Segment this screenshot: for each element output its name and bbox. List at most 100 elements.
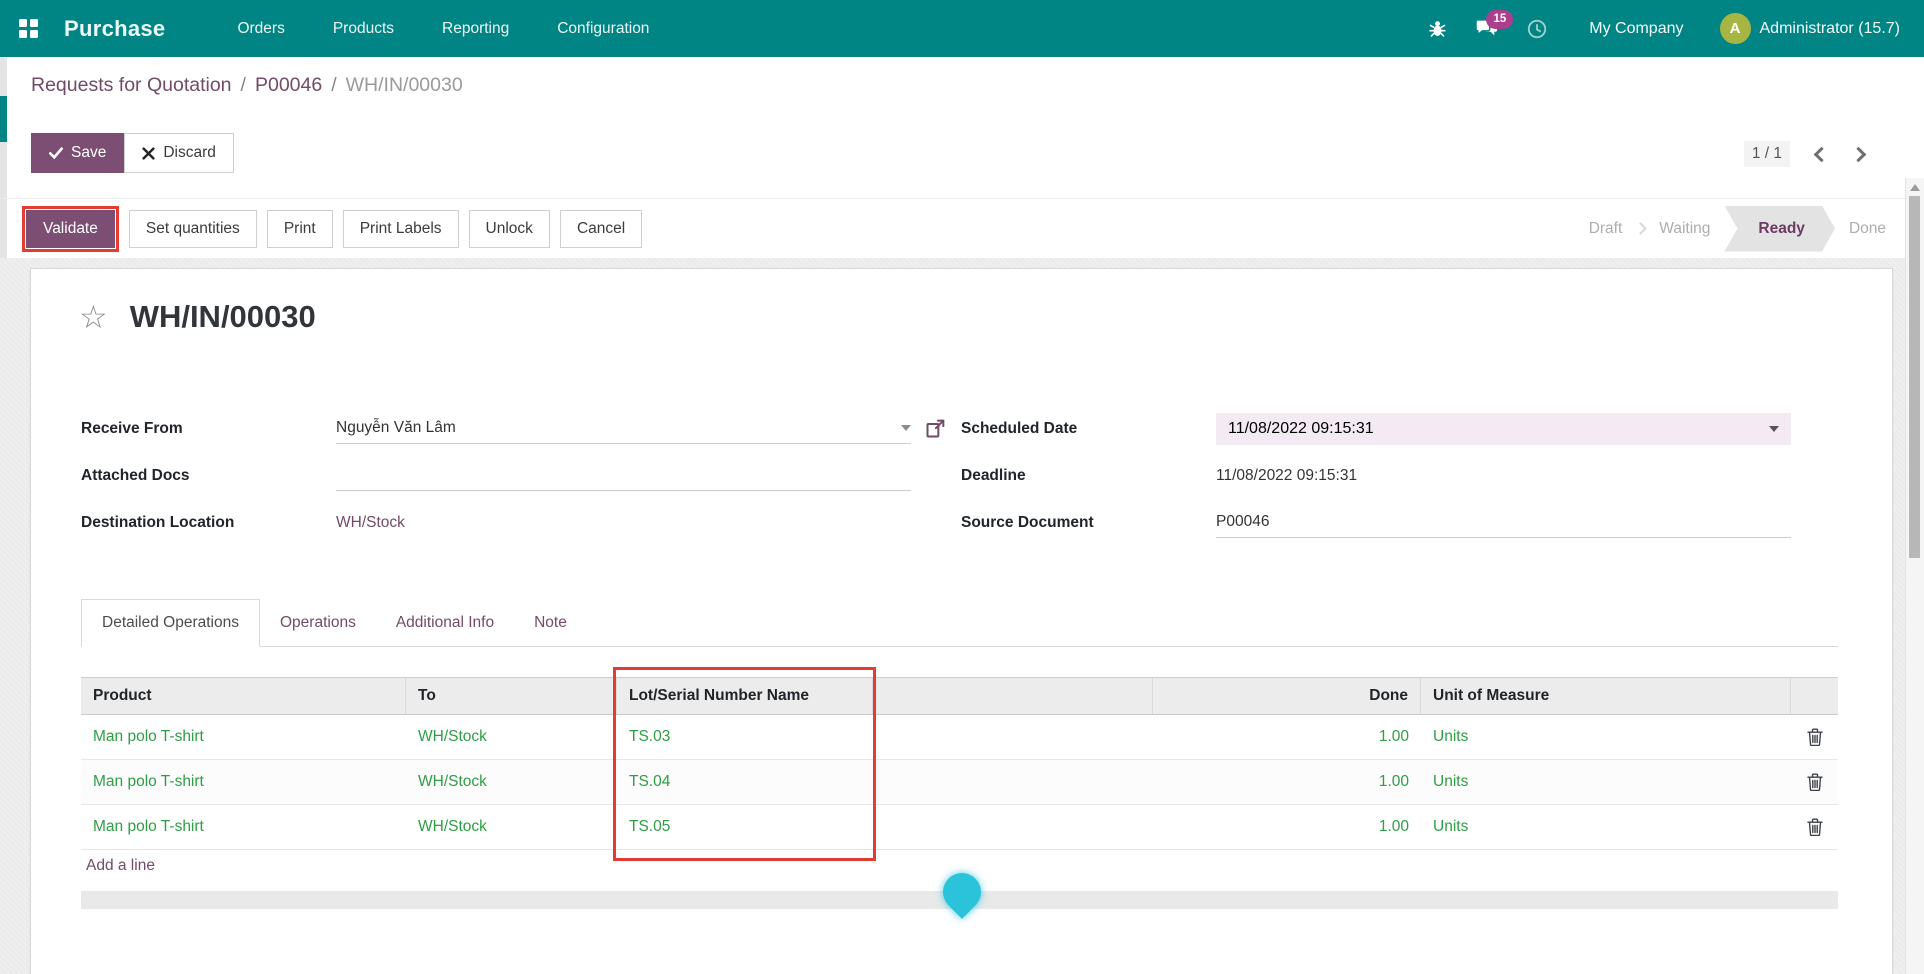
discard-button[interactable]: Discard (124, 133, 234, 173)
cell-to[interactable]: WH/Stock (406, 715, 617, 759)
menu-reporting[interactable]: Reporting (422, 10, 529, 48)
messages-chat-icon[interactable]: 15 (1467, 9, 1507, 49)
cell-lot-serial[interactable]: TS.04 (617, 760, 873, 804)
external-link-icon[interactable] (925, 419, 945, 439)
cell-done[interactable]: 1.00 (1153, 715, 1421, 759)
statusbar-row: Validate Set quantities Print Print Labe… (0, 198, 1924, 258)
app-brand-title[interactable]: Purchase (64, 16, 165, 42)
table-row: Man polo T-shirt WH/Stock TS.05 1.00 Uni… (81, 805, 1838, 850)
state-waiting[interactable]: Waiting (1659, 220, 1710, 238)
header-lot-serial[interactable]: Lot/Serial Number Name (617, 678, 873, 714)
print-button[interactable]: Print (267, 210, 333, 248)
cell-product[interactable]: Man polo T-shirt (81, 715, 406, 759)
vertical-scrollbar-thumb[interactable] (1909, 196, 1920, 558)
breadcrumb-current: WH/IN/00030 (346, 74, 463, 97)
apps-grid-icon[interactable] (0, 0, 56, 57)
breadcrumb: Requests for Quotation / P00046 / WH/IN/… (31, 74, 463, 97)
tab-note[interactable]: Note (514, 600, 587, 646)
source-document-label: Source Document (961, 514, 1216, 532)
breadcrumb-separator: / (241, 74, 246, 97)
cell-lot-serial[interactable]: TS.05 (617, 805, 873, 849)
tab-additional-info[interactable]: Additional Info (376, 600, 514, 646)
destination-location-value-wrap: WH/Stock (336, 508, 911, 538)
header-product[interactable]: Product (81, 678, 406, 714)
form-sheet: ☆ WH/IN/00030 Receive From Nguyễn Văn Lâ… (30, 268, 1893, 974)
scheduled-date-input[interactable]: 11/08/2022 09:15:31 (1216, 413, 1791, 445)
add-a-line-link[interactable]: Add a line (86, 857, 155, 875)
field-receive-from: Receive From Nguyễn Văn Lâm (81, 405, 961, 452)
breadcrumb-link-requests[interactable]: Requests for Quotation (31, 74, 232, 97)
breadcrumb-separator: / (331, 74, 336, 97)
cell-unit-of-measure[interactable]: Units (1421, 715, 1791, 759)
pager-previous-icon[interactable] (1814, 146, 1830, 162)
breadcrumb-link-order[interactable]: P00046 (255, 74, 322, 97)
state-done[interactable]: Done (1849, 220, 1886, 238)
datepicker-caret-icon[interactable] (1769, 426, 1779, 432)
activities-clock-icon[interactable] (1517, 9, 1557, 49)
user-menu[interactable]: A Administrator (15.7) (1720, 13, 1907, 44)
cell-to[interactable]: WH/Stock (406, 760, 617, 804)
debug-bug-icon[interactable] (1417, 9, 1457, 49)
header-done[interactable]: Done (1153, 678, 1421, 714)
receive-from-label: Receive From (81, 420, 336, 438)
menu-configuration[interactable]: Configuration (537, 10, 669, 48)
dropdown-caret-icon[interactable] (901, 425, 911, 431)
validate-button[interactable]: Validate (26, 210, 115, 248)
attached-docs-input[interactable] (336, 461, 911, 491)
print-labels-button[interactable]: Print Labels (343, 210, 459, 248)
check-icon (49, 146, 63, 160)
tab-detailed-operations[interactable]: Detailed Operations (81, 599, 260, 647)
scroll-up-arrow-icon[interactable] (1910, 184, 1920, 191)
header-unit-of-measure[interactable]: Unit of Measure (1421, 678, 1791, 714)
detailed-operations-table: Product To Lot/Serial Number Name Done U… (81, 677, 1838, 850)
header-to[interactable]: To (406, 678, 617, 714)
delete-row-trash-icon[interactable] (1807, 773, 1823, 791)
state-ready-active[interactable]: Ready (1724, 206, 1835, 252)
table-header-row: Product To Lot/Serial Number Name Done U… (81, 677, 1838, 715)
company-switcher[interactable]: My Company (1567, 20, 1709, 38)
cell-to[interactable]: WH/Stock (406, 805, 617, 849)
delete-row-trash-icon[interactable] (1807, 818, 1823, 836)
notebook-tabs: Detailed Operations Operations Additiona… (81, 597, 1838, 647)
scheduled-date-label: Scheduled Date (961, 420, 1216, 438)
cell-done[interactable]: 1.00 (1153, 760, 1421, 804)
cell-unit-of-measure[interactable]: Units (1421, 760, 1791, 804)
delete-row-trash-icon[interactable] (1807, 728, 1823, 746)
field-scheduled-date: Scheduled Date 11/08/2022 09:15:31 (961, 405, 1841, 452)
cell-done[interactable]: 1.00 (1153, 805, 1421, 849)
vertical-scrollbar[interactable] (1905, 178, 1924, 974)
menu-products[interactable]: Products (313, 10, 414, 48)
cell-unit-of-measure[interactable]: Units (1421, 805, 1791, 849)
destination-location-value[interactable]: WH/Stock (336, 514, 405, 532)
cell-product[interactable]: Man polo T-shirt (81, 805, 406, 849)
cell-lot-serial[interactable]: TS.03 (617, 715, 873, 759)
field-column-right: Scheduled Date 11/08/2022 09:15:31 Deadl… (961, 405, 1841, 546)
navbar-left: Purchase Orders Products Reporting Confi… (0, 0, 669, 57)
tab-operations[interactable]: Operations (260, 600, 376, 646)
source-document-input[interactable]: P00046 (1216, 508, 1791, 538)
cell-actions (1791, 715, 1838, 759)
message-count-badge: 15 (1486, 10, 1513, 30)
chevron-separator-icon (1634, 222, 1647, 235)
cell-blank (873, 760, 1153, 804)
cell-actions (1791, 805, 1838, 849)
unlock-button[interactable]: Unlock (469, 210, 550, 248)
save-discard-bar: Save Discard (31, 133, 234, 173)
favorite-star-icon[interactable]: ☆ (79, 301, 108, 333)
attached-docs-label: Attached Docs (81, 467, 336, 485)
pager-next-icon[interactable] (1851, 146, 1867, 162)
save-button[interactable]: Save (31, 133, 124, 173)
set-quantities-button[interactable]: Set quantities (129, 210, 257, 248)
table-row: Man polo T-shirt WH/Stock TS.04 1.00 Uni… (81, 760, 1838, 805)
navbar-right: 15 My Company A Administrator (15.7) (1417, 9, 1924, 49)
receive-from-input[interactable]: Nguyễn Văn Lâm (336, 414, 911, 444)
left-edge-accent (0, 96, 7, 142)
cell-product[interactable]: Man polo T-shirt (81, 760, 406, 804)
menu-orders[interactable]: Orders (217, 10, 304, 48)
cancel-button[interactable]: Cancel (560, 210, 642, 248)
receive-from-value: Nguyễn Văn Lâm (336, 419, 456, 437)
discard-label: Discard (163, 144, 216, 162)
record-title: WH/IN/00030 (130, 299, 316, 335)
state-draft[interactable]: Draft (1589, 220, 1623, 238)
state-pipeline: Draft Waiting Ready Done (1589, 206, 1886, 252)
